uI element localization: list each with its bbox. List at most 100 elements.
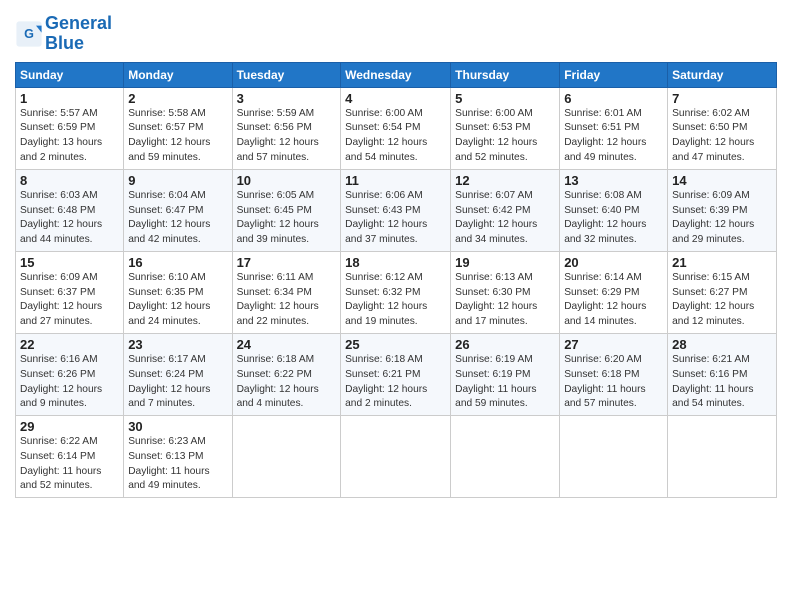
day-number: 13 [564,173,663,188]
day-info: Sunrise: 6:15 AM Sunset: 6:27 PM Dayligh… [672,271,772,330]
day-info: Sunrise: 6:19 AM Sunset: 6:19 PM Dayligh… [455,353,555,412]
day-number: 8 [20,173,119,188]
weekday-header-sunday: Sunday [16,62,124,87]
day-info: Sunrise: 6:11 AM Sunset: 6:34 PM Dayligh… [237,271,337,330]
day-number: 2 [128,91,227,106]
calendar-cell: 30Sunrise: 6:23 AM Sunset: 6:13 PM Dayli… [124,416,232,498]
calendar-cell: 23Sunrise: 6:17 AM Sunset: 6:24 PM Dayli… [124,333,232,415]
day-info: Sunrise: 5:59 AM Sunset: 6:56 PM Dayligh… [237,107,337,166]
day-number: 11 [345,173,446,188]
calendar-cell: 10Sunrise: 6:05 AM Sunset: 6:45 PM Dayli… [232,169,341,251]
day-number: 29 [20,419,119,434]
day-number: 17 [237,255,337,270]
calendar-cell [668,416,777,498]
day-info: Sunrise: 6:06 AM Sunset: 6:43 PM Dayligh… [345,189,446,248]
day-number: 28 [672,337,772,352]
calendar-cell: 11Sunrise: 6:06 AM Sunset: 6:43 PM Dayli… [341,169,451,251]
day-number: 24 [237,337,337,352]
day-number: 12 [455,173,555,188]
calendar-cell: 17Sunrise: 6:11 AM Sunset: 6:34 PM Dayli… [232,251,341,333]
calendar-cell: 4Sunrise: 6:00 AM Sunset: 6:54 PM Daylig… [341,87,451,169]
day-info: Sunrise: 6:17 AM Sunset: 6:24 PM Dayligh… [128,353,227,412]
weekday-header-friday: Friday [560,62,668,87]
day-info: Sunrise: 6:22 AM Sunset: 6:14 PM Dayligh… [20,435,119,494]
calendar-cell [232,416,341,498]
day-info: Sunrise: 6:10 AM Sunset: 6:35 PM Dayligh… [128,271,227,330]
day-number: 26 [455,337,555,352]
calendar-cell [451,416,560,498]
day-info: Sunrise: 6:02 AM Sunset: 6:50 PM Dayligh… [672,107,772,166]
day-number: 27 [564,337,663,352]
day-number: 18 [345,255,446,270]
day-number: 15 [20,255,119,270]
day-number: 3 [237,91,337,106]
page: G General Blue SundayMondayTuesdayWednes… [0,0,792,612]
day-info: Sunrise: 5:57 AM Sunset: 6:59 PM Dayligh… [20,107,119,166]
calendar-cell: 19Sunrise: 6:13 AM Sunset: 6:30 PM Dayli… [451,251,560,333]
day-info: Sunrise: 6:07 AM Sunset: 6:42 PM Dayligh… [455,189,555,248]
day-info: Sunrise: 6:05 AM Sunset: 6:45 PM Dayligh… [237,189,337,248]
day-number: 22 [20,337,119,352]
calendar-cell: 28Sunrise: 6:21 AM Sunset: 6:16 PM Dayli… [668,333,777,415]
weekday-header-saturday: Saturday [668,62,777,87]
calendar-cell: 22Sunrise: 6:16 AM Sunset: 6:26 PM Dayli… [16,333,124,415]
calendar-cell: 15Sunrise: 6:09 AM Sunset: 6:37 PM Dayli… [16,251,124,333]
day-info: Sunrise: 6:01 AM Sunset: 6:51 PM Dayligh… [564,107,663,166]
day-number: 10 [237,173,337,188]
day-info: Sunrise: 6:21 AM Sunset: 6:16 PM Dayligh… [672,353,772,412]
calendar-week-row: 8Sunrise: 6:03 AM Sunset: 6:48 PM Daylig… [16,169,777,251]
day-info: Sunrise: 6:14 AM Sunset: 6:29 PM Dayligh… [564,271,663,330]
day-number: 19 [455,255,555,270]
day-info: Sunrise: 6:12 AM Sunset: 6:32 PM Dayligh… [345,271,446,330]
calendar-cell: 1Sunrise: 5:57 AM Sunset: 6:59 PM Daylig… [16,87,124,169]
calendar-cell: 16Sunrise: 6:10 AM Sunset: 6:35 PM Dayli… [124,251,232,333]
logo-icon: G [15,20,43,48]
day-info: Sunrise: 6:00 AM Sunset: 6:54 PM Dayligh… [345,107,446,166]
logo-general: General [45,13,112,33]
day-number: 1 [20,91,119,106]
day-info: Sunrise: 6:23 AM Sunset: 6:13 PM Dayligh… [128,435,227,494]
calendar-cell: 18Sunrise: 6:12 AM Sunset: 6:32 PM Dayli… [341,251,451,333]
calendar-cell: 26Sunrise: 6:19 AM Sunset: 6:19 PM Dayli… [451,333,560,415]
day-info: Sunrise: 5:58 AM Sunset: 6:57 PM Dayligh… [128,107,227,166]
day-number: 23 [128,337,227,352]
calendar-cell: 9Sunrise: 6:04 AM Sunset: 6:47 PM Daylig… [124,169,232,251]
weekday-header-row: SundayMondayTuesdayWednesdayThursdayFrid… [16,62,777,87]
day-number: 14 [672,173,772,188]
calendar-table: SundayMondayTuesdayWednesdayThursdayFrid… [15,62,777,499]
weekday-header-wednesday: Wednesday [341,62,451,87]
calendar-cell: 13Sunrise: 6:08 AM Sunset: 6:40 PM Dayli… [560,169,668,251]
day-number: 25 [345,337,446,352]
header: G General Blue [15,10,777,54]
day-number: 9 [128,173,227,188]
day-number: 4 [345,91,446,106]
calendar-cell: 12Sunrise: 6:07 AM Sunset: 6:42 PM Dayli… [451,169,560,251]
day-info: Sunrise: 6:18 AM Sunset: 6:21 PM Dayligh… [345,353,446,412]
day-info: Sunrise: 6:00 AM Sunset: 6:53 PM Dayligh… [455,107,555,166]
calendar-week-row: 29Sunrise: 6:22 AM Sunset: 6:14 PM Dayli… [16,416,777,498]
calendar-week-row: 15Sunrise: 6:09 AM Sunset: 6:37 PM Dayli… [16,251,777,333]
day-number: 20 [564,255,663,270]
calendar-cell: 6Sunrise: 6:01 AM Sunset: 6:51 PM Daylig… [560,87,668,169]
day-info: Sunrise: 6:08 AM Sunset: 6:40 PM Dayligh… [564,189,663,248]
calendar-cell: 20Sunrise: 6:14 AM Sunset: 6:29 PM Dayli… [560,251,668,333]
calendar-cell: 27Sunrise: 6:20 AM Sunset: 6:18 PM Dayli… [560,333,668,415]
calendar-cell: 7Sunrise: 6:02 AM Sunset: 6:50 PM Daylig… [668,87,777,169]
calendar-cell: 21Sunrise: 6:15 AM Sunset: 6:27 PM Dayli… [668,251,777,333]
calendar-week-row: 22Sunrise: 6:16 AM Sunset: 6:26 PM Dayli… [16,333,777,415]
day-info: Sunrise: 6:16 AM Sunset: 6:26 PM Dayligh… [20,353,119,412]
calendar-cell: 5Sunrise: 6:00 AM Sunset: 6:53 PM Daylig… [451,87,560,169]
calendar-cell [341,416,451,498]
day-info: Sunrise: 6:09 AM Sunset: 6:37 PM Dayligh… [20,271,119,330]
day-number: 5 [455,91,555,106]
day-info: Sunrise: 6:20 AM Sunset: 6:18 PM Dayligh… [564,353,663,412]
day-info: Sunrise: 6:03 AM Sunset: 6:48 PM Dayligh… [20,189,119,248]
logo-blue: Blue [45,33,84,53]
calendar-cell: 29Sunrise: 6:22 AM Sunset: 6:14 PM Dayli… [16,416,124,498]
day-number: 30 [128,419,227,434]
weekday-header-thursday: Thursday [451,62,560,87]
svg-text:G: G [24,27,34,41]
day-number: 16 [128,255,227,270]
calendar-cell [560,416,668,498]
calendar-cell: 8Sunrise: 6:03 AM Sunset: 6:48 PM Daylig… [16,169,124,251]
